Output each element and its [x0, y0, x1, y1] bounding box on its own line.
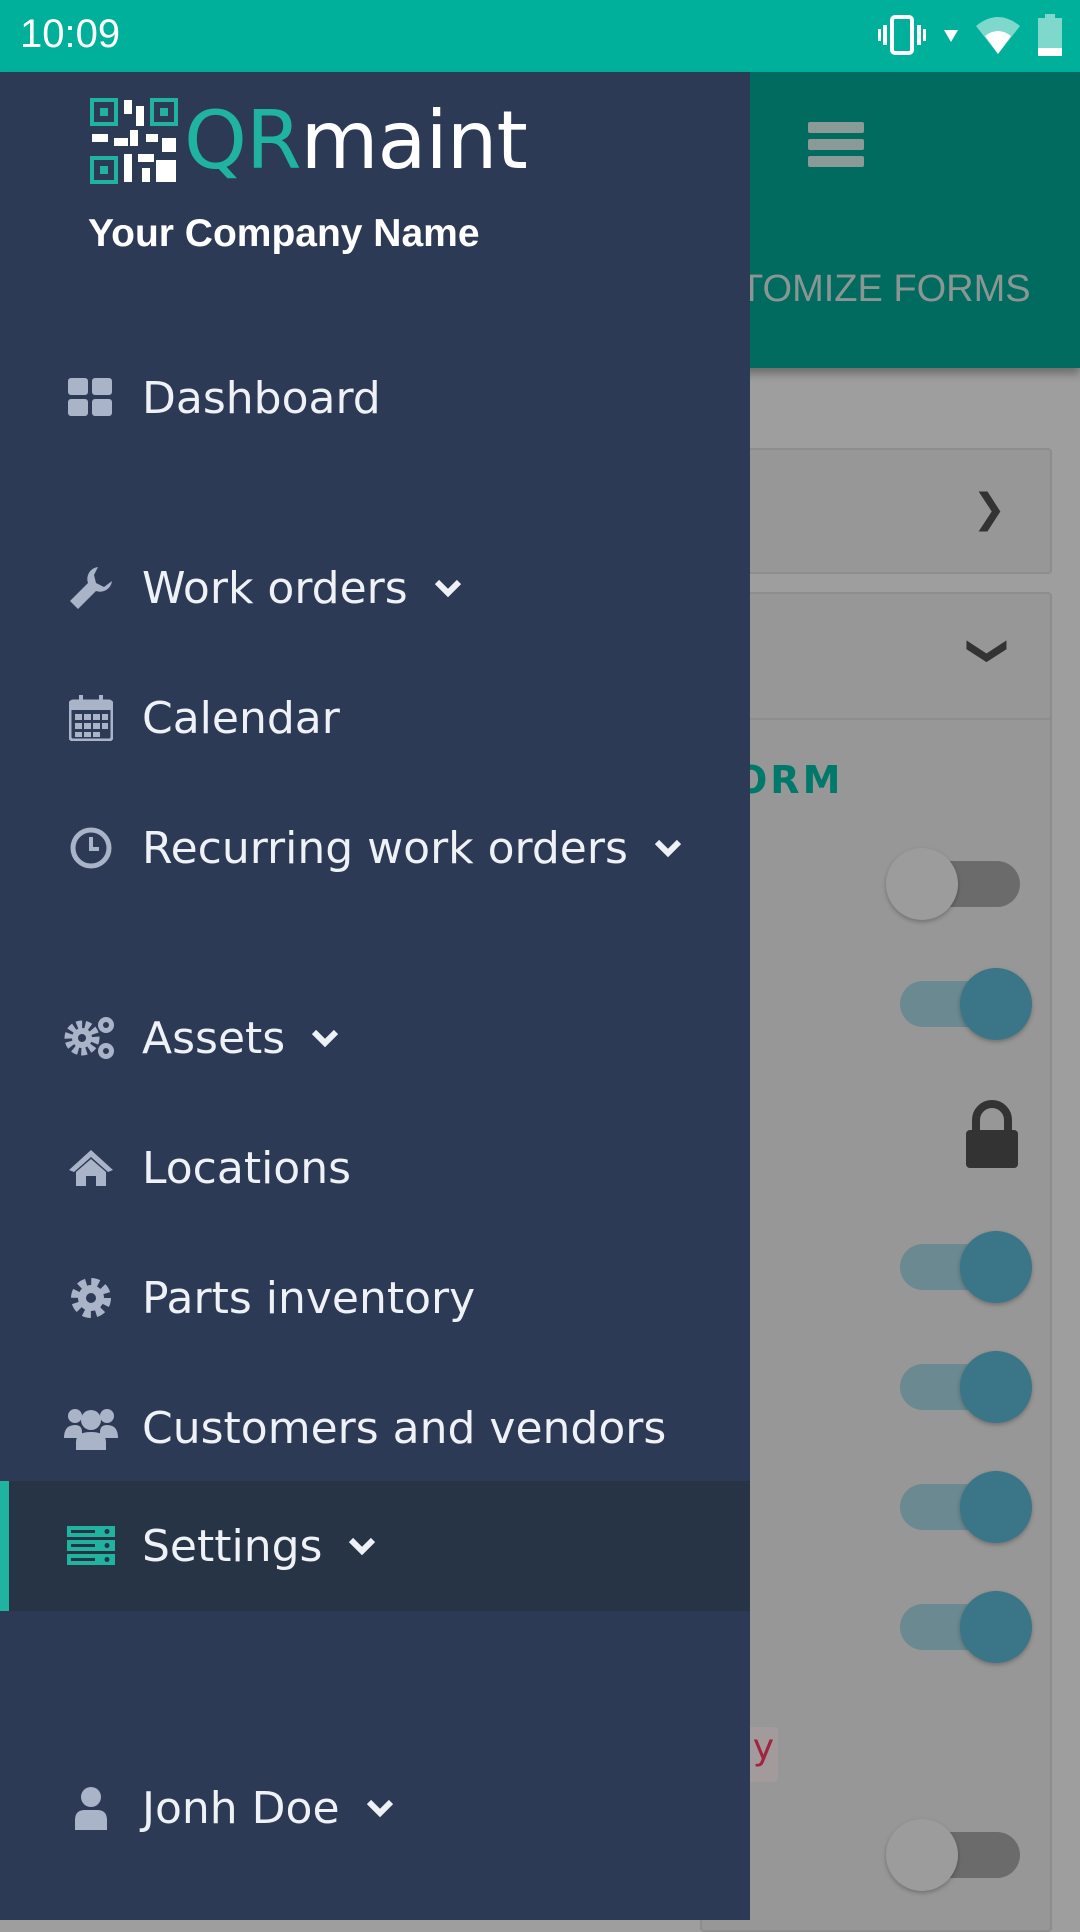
dashboard-icon	[63, 373, 119, 423]
chevron-down-icon: ❯	[966, 634, 1013, 668]
toggle-switch[interactable]	[900, 1231, 1032, 1303]
chevron-down-icon	[434, 579, 461, 598]
qr-code-icon	[90, 97, 178, 184]
toggle-switch[interactable]	[886, 848, 1020, 920]
logo-text-maint: maint	[300, 94, 528, 187]
drawer-item-label: Dashboard	[142, 372, 381, 424]
drawer-item-label: Work orders	[142, 562, 408, 614]
drawer-item-jonh-doe[interactable]: Jonh Doe	[0, 1758, 750, 1858]
drawer-item-label: Locations	[142, 1142, 352, 1194]
server-icon	[63, 1521, 119, 1571]
drawer-item-customers-and-vendors[interactable]: Customers and vendors	[0, 1378, 750, 1478]
drawer-item-assets[interactable]: Assets	[0, 988, 750, 1088]
drawer-item-label: Customers and vendors	[142, 1402, 667, 1454]
section-label: ORM	[735, 758, 844, 802]
status-time: 10:09	[20, 12, 121, 56]
drawer-item-work-orders[interactable]: Work orders	[0, 538, 750, 638]
collapsed-card[interactable]: ❯	[700, 448, 1052, 574]
chevron-right-icon: ❯	[972, 486, 1006, 532]
menu-icon[interactable]	[808, 122, 864, 168]
tab-customize-forms[interactable]: TOMIZE FORMS	[740, 268, 1031, 311]
home-icon	[63, 1143, 119, 1193]
company-name: Your Company Name	[88, 212, 480, 255]
toggle-switch[interactable]	[886, 1819, 1020, 1891]
chevron-down-icon	[349, 1537, 376, 1556]
toggle-switch[interactable]	[900, 1591, 1032, 1663]
chevron-down-icon	[654, 839, 682, 858]
card-header[interactable]: ❯	[702, 594, 1050, 720]
vibrate-icon	[878, 15, 926, 55]
toggle-switch[interactable]	[900, 1471, 1032, 1543]
drawer-item-settings[interactable]: Settings	[0, 1481, 750, 1611]
logo: QRmaint	[90, 94, 528, 187]
calendar-icon	[63, 693, 119, 743]
clock-icon	[63, 823, 119, 873]
drawer-item-dashboard[interactable]: Dashboard	[0, 348, 750, 448]
drawer-item-label: Parts inventory	[142, 1272, 476, 1324]
status-bar: 10:09	[0, 0, 1080, 72]
drawer-item-parts-inventory[interactable]: Parts inventory	[0, 1248, 750, 1348]
drawer-item-label: Calendar	[142, 692, 340, 744]
user-icon	[63, 1783, 119, 1833]
wifi-icon	[976, 17, 1020, 54]
signal-icon	[944, 30, 958, 42]
drawer-item-locations[interactable]: Locations	[0, 1118, 750, 1218]
toggle-switch[interactable]	[900, 1351, 1032, 1423]
battery-icon	[1038, 14, 1062, 56]
navigation-drawer: QRmaint Your Company Name Dashboard Work …	[0, 72, 750, 1920]
drawer-item-label: Jonh Doe	[142, 1782, 340, 1834]
drawer-item-label: Recurring work orders	[142, 822, 628, 874]
logo-text-qr: QR	[184, 94, 302, 187]
wrench-icon	[63, 563, 119, 613]
drawer-item-label: Assets	[142, 1012, 286, 1064]
lock-icon	[966, 1100, 1018, 1168]
drawer-item-calendar[interactable]: Calendar	[0, 668, 750, 768]
gears-icon	[63, 1013, 119, 1063]
gear-icon	[63, 1273, 119, 1323]
drawer-item-recurring-work-orders[interactable]: Recurring work orders	[0, 798, 750, 898]
users-icon	[63, 1403, 119, 1453]
chevron-down-icon	[366, 1799, 393, 1818]
toggle-switch[interactable]	[900, 968, 1032, 1040]
chevron-down-icon	[312, 1029, 339, 1048]
drawer-item-label: Settings	[142, 1520, 323, 1572]
